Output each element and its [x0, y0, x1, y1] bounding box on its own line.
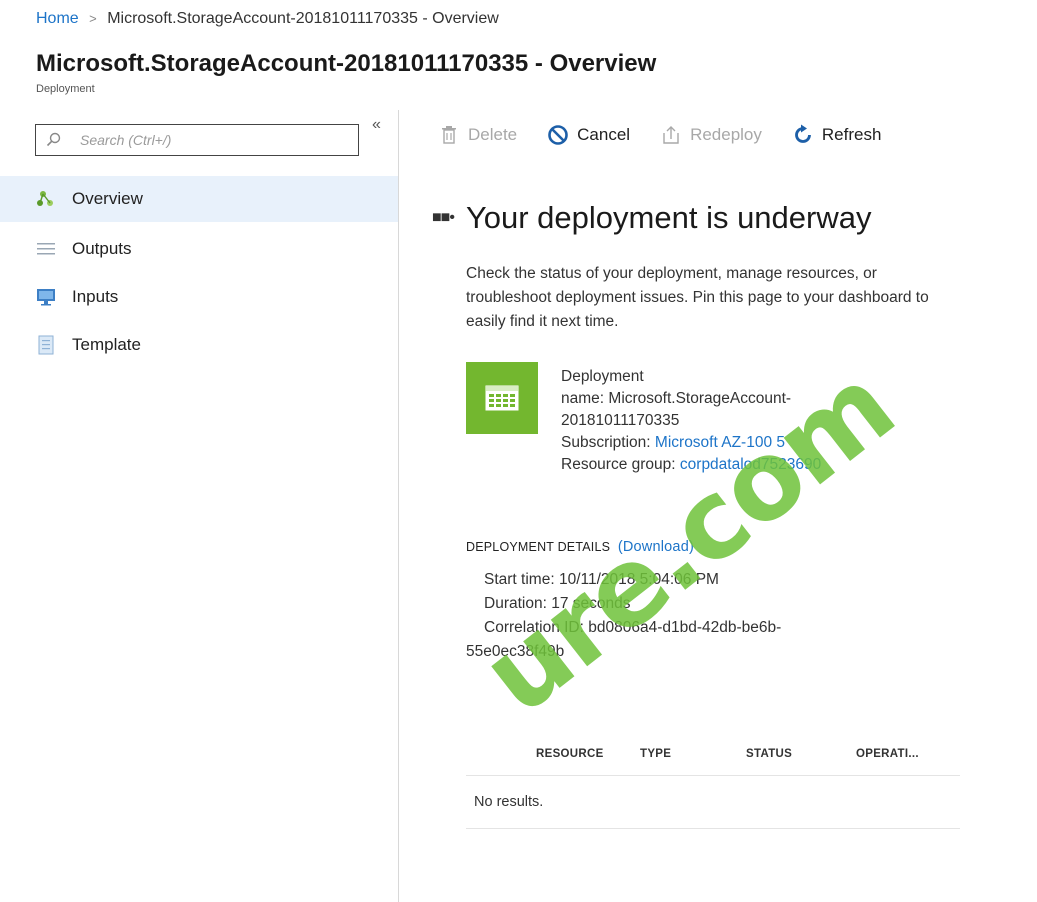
sidebar-item-label: Template	[72, 335, 141, 354]
duration-label: Duration:	[484, 595, 547, 612]
sidebar: « Overview Outputs	[0, 110, 399, 902]
collapse-sidebar-button[interactable]: «	[372, 116, 381, 134]
deployment-name-value-cont: 20181011170335	[561, 412, 680, 429]
column-header-status[interactable]: STATUS	[746, 748, 792, 760]
deployment-icon	[466, 362, 538, 434]
resource-group-link[interactable]: corpdatalod7523690	[680, 456, 821, 473]
breadcrumb: Home > Microsoft.StorageAccount-20181011…	[36, 10, 499, 28]
column-header-type[interactable]: TYPE	[640, 748, 671, 760]
column-header-resource[interactable]: RESOURCE	[536, 748, 604, 760]
search-icon	[46, 132, 61, 147]
delete-button[interactable]: Delete	[438, 124, 517, 146]
sidebar-item-inputs[interactable]: Inputs	[0, 274, 398, 320]
breadcrumb-current: Microsoft.StorageAccount-20181011170335 …	[107, 10, 499, 27]
refresh-label: Refresh	[821, 125, 882, 144]
list-icon	[36, 239, 56, 259]
redeploy-label: Redeploy	[690, 125, 762, 144]
monitor-icon	[36, 287, 56, 307]
in-progress-dots-icon: ■■•	[432, 209, 455, 226]
search-box[interactable]	[35, 124, 359, 156]
cancel-icon	[547, 124, 569, 146]
cancel-label: Cancel	[577, 125, 631, 144]
breadcrumb-separator: >	[89, 11, 97, 26]
deployment-description: Check the status of your deployment, man…	[466, 265, 929, 330]
sidebar-item-outputs[interactable]: Outputs	[0, 226, 398, 272]
refresh-icon	[792, 124, 814, 146]
correlation-id-label: Correlation ID:	[484, 619, 584, 636]
correlation-id-value-cont: 55e0ec38f49b	[466, 643, 565, 660]
sidebar-item-overview[interactable]: Overview	[0, 176, 398, 222]
overview-icon	[36, 189, 56, 209]
deployment-details: Start time: 10/11/2018 5:04:06 PM Durati…	[466, 568, 946, 664]
deployment-name-key: name:	[561, 390, 605, 407]
refresh-button[interactable]: Refresh	[792, 124, 882, 146]
search-input[interactable]	[80, 130, 340, 150]
subscription-link[interactable]: Microsoft AZ-100 5	[655, 434, 785, 451]
upload-icon	[660, 124, 682, 146]
heading-text: Your deployment is underway	[465, 200, 872, 235]
delete-label: Delete	[468, 125, 518, 144]
sidebar-item-label: Inputs	[72, 287, 119, 306]
download-link[interactable]: (Download)	[618, 539, 694, 555]
deployment-name-value: Microsoft.StorageAccount-	[608, 390, 792, 407]
sidebar-item-template[interactable]: Template	[0, 322, 398, 368]
deployment-info: Deployment name: Microsoft.StorageAccoun…	[561, 366, 821, 476]
sidebar-item-label: Outputs	[72, 239, 132, 258]
resource-group-label: Resource group:	[561, 456, 676, 473]
page-title: Microsoft.StorageAccount-20181011170335 …	[36, 50, 657, 77]
sidebar-item-label: Overview	[72, 189, 143, 208]
cancel-button[interactable]: Cancel	[547, 124, 630, 146]
details-heading: DEPLOYMENT DETAILS	[466, 540, 611, 554]
start-time-value: 10/11/2018 5:04:06 PM	[558, 571, 719, 588]
start-time-label: Start time:	[484, 571, 555, 588]
redeploy-button[interactable]: Redeploy	[660, 124, 762, 146]
command-bar: Delete Cancel Redeploy Refresh	[438, 120, 911, 150]
duration-value: 17 seconds	[551, 595, 631, 612]
trash-icon	[438, 124, 460, 146]
deployment-status-heading: ■■• Your deployment is underway	[432, 200, 871, 236]
column-header-operation[interactable]: OPERATI...	[856, 748, 919, 760]
deployment-details-title: DEPLOYMENT DETAILS (Download)	[466, 539, 694, 555]
page-subtitle: Deployment	[36, 83, 95, 95]
deployment-name-label: Deployment	[561, 368, 644, 385]
table-header: RESOURCE TYPE STATUS OPERATI...	[466, 733, 960, 776]
correlation-id-value: bd0806a4-d1bd-42db-be6b-	[588, 619, 782, 636]
document-icon	[36, 335, 56, 355]
no-results-message: No results.	[466, 776, 960, 829]
resources-table: RESOURCE TYPE STATUS OPERATI... No resul…	[466, 733, 960, 829]
subscription-label: Subscription:	[561, 434, 651, 451]
breadcrumb-home-link[interactable]: Home	[36, 10, 79, 27]
